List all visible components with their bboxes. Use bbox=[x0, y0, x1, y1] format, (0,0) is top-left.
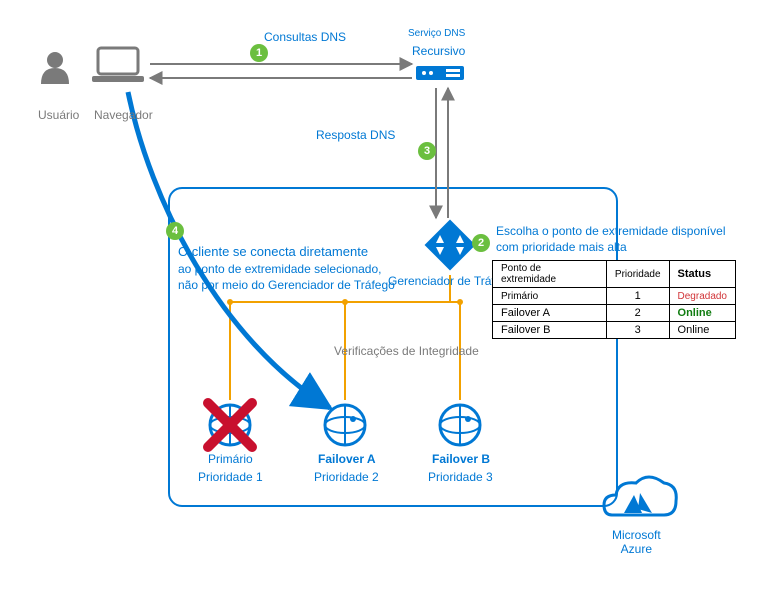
connect-line1: O cliente se conecta diretamente bbox=[178, 244, 368, 259]
health-checks-label: Verificações de Integridade bbox=[334, 344, 479, 358]
priority3-label: Prioridade 3 bbox=[428, 470, 493, 484]
cell-status: Online bbox=[669, 305, 735, 322]
step-num: 3 bbox=[424, 145, 430, 157]
table-header-row: Ponto de extremidade Prioridade Status bbox=[493, 261, 736, 288]
choose-endpoint-line1: Escolha o ponto de extremidade disponíve… bbox=[496, 224, 725, 238]
connect-line2: ao ponto de extremidade selecionado, bbox=[178, 262, 381, 276]
step-num: 1 bbox=[256, 47, 262, 59]
user-label: Usuário bbox=[38, 108, 79, 122]
primary-label: Primário bbox=[208, 452, 253, 466]
browser-icon bbox=[92, 48, 144, 82]
cell-status: Degradado bbox=[669, 288, 735, 305]
table-row: Failover A 2 Online bbox=[493, 305, 736, 322]
th-status: Status bbox=[669, 261, 735, 288]
cell-priority: 2 bbox=[606, 305, 669, 322]
endpoint-status-table: Ponto de extremidade Prioridade Status P… bbox=[492, 260, 736, 339]
browser-label: Navegador bbox=[94, 108, 153, 122]
th-priority: Prioridade bbox=[606, 261, 669, 288]
choose-endpoint-line2: com prioridade mais alta bbox=[496, 240, 627, 254]
cell-priority: 3 bbox=[606, 322, 669, 339]
step-num: 4 bbox=[172, 225, 178, 237]
table-row: Failover B 3 Online bbox=[493, 322, 736, 339]
failoverB-label: Failover B bbox=[432, 452, 490, 466]
dns-server-icon bbox=[416, 66, 464, 80]
table-row: Primário 1 Degradado bbox=[493, 288, 736, 305]
cell-endpoint: Primário bbox=[493, 288, 607, 305]
azure-label: Microsoft Azure bbox=[612, 528, 661, 556]
cell-endpoint: Failover A bbox=[493, 305, 607, 322]
dns-service-label: Serviço DNS bbox=[408, 28, 465, 39]
priority2-label: Prioridade 2 bbox=[314, 470, 379, 484]
cell-priority: 1 bbox=[606, 288, 669, 305]
user-icon bbox=[41, 52, 69, 84]
step-badge-1: 1 bbox=[250, 44, 268, 62]
th-endpoint: Ponto de extremidade bbox=[493, 261, 607, 288]
recursive-label: Recursivo bbox=[412, 44, 465, 58]
cell-endpoint: Failover B bbox=[493, 322, 607, 339]
dns-queries-label: Consultas DNS bbox=[264, 30, 346, 44]
step-badge-4: 4 bbox=[166, 222, 184, 240]
priority1-label: Prioridade 1 bbox=[198, 470, 263, 484]
cell-status: Online bbox=[669, 322, 735, 339]
step-badge-3: 3 bbox=[418, 142, 436, 160]
connect-line3: não por meio do Gerenciador de Tráfego bbox=[178, 278, 395, 292]
step-badge-2: 2 bbox=[472, 234, 490, 252]
step-num: 2 bbox=[478, 237, 484, 249]
dns-response-label: Resposta DNS bbox=[316, 128, 395, 142]
failoverA-label: Failover A bbox=[318, 452, 376, 466]
